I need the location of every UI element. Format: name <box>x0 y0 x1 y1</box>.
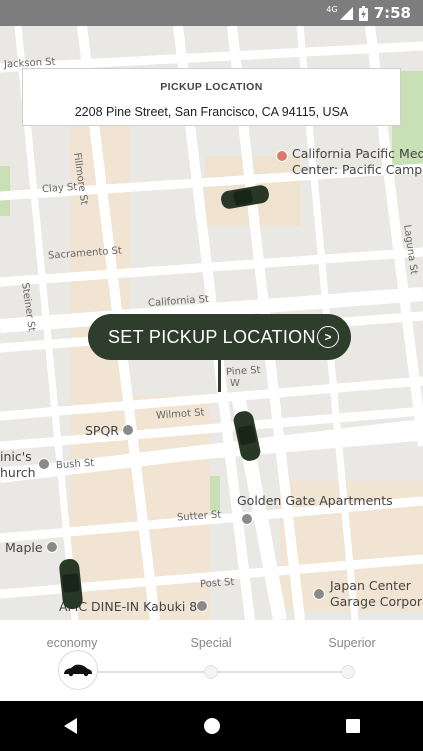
car-icon[interactable] <box>232 408 262 464</box>
poi-maple: Maple <box>5 540 43 555</box>
recents-button[interactable] <box>339 712 367 740</box>
tier-label-superior[interactable]: Superior <box>328 636 375 650</box>
recents-icon <box>345 719 360 733</box>
tier-knob-special[interactable] <box>204 665 218 679</box>
hospital-icon <box>276 150 288 162</box>
street-label-webster: W <box>230 378 240 389</box>
poi-dominics-line1: inic's <box>0 449 32 464</box>
status-bar: 4G 7:58 <box>0 0 423 26</box>
poi-golden-gate-apartments: Golden Gate Apartments <box>237 493 393 508</box>
car-side-icon <box>64 664 92 677</box>
restaurant-icon <box>38 458 50 470</box>
signal-icon <box>339 6 353 20</box>
pickup-location-card[interactable]: PICKUP LOCATION 2208 Pine Street, San Fr… <box>22 68 401 126</box>
back-button[interactable] <box>57 712 85 740</box>
tier-knob-superior[interactable] <box>341 665 355 679</box>
service-tier-selector[interactable]: economy Special Superior <box>0 620 423 701</box>
car-icon[interactable] <box>218 184 272 210</box>
navigation-bar <box>0 701 423 751</box>
restaurant-icon <box>122 424 134 436</box>
poi-japan-center-line2: Garage Corporat <box>330 594 423 609</box>
poi-dominics-line2: hurch <box>0 465 36 480</box>
car-icon[interactable] <box>56 556 86 612</box>
clock: 7:58 <box>373 4 411 22</box>
pickup-address: 2208 Pine Street, San Francisco, CA 9411… <box>74 105 349 119</box>
network-type: 4G <box>326 4 338 14</box>
tier-label-economy[interactable]: economy <box>47 636 98 650</box>
home-button[interactable] <box>198 712 226 740</box>
poi-hospital-line2: Center: Pacific Campu <box>292 162 423 177</box>
building-icon <box>241 513 253 525</box>
battery-charging-icon <box>358 5 368 21</box>
pin-stem <box>218 360 221 392</box>
tier-selected-economy[interactable] <box>58 650 98 690</box>
poi-spqr: SPQR <box>85 423 119 438</box>
chevron-right-icon: > <box>317 326 339 348</box>
poi-hospital-line1: California Pacific Med <box>292 146 423 161</box>
tier-label-special[interactable]: Special <box>191 636 232 650</box>
theater-icon <box>196 600 208 612</box>
home-icon <box>203 718 220 734</box>
back-icon <box>63 718 77 734</box>
poi-japan-center-line1: Japan Center <box>330 578 411 593</box>
set-pickup-location-button[interactable]: SET PICKUP LOCATION > <box>88 314 351 360</box>
restaurant-icon <box>46 541 58 553</box>
set-pickup-location-label: SET PICKUP LOCATION <box>108 326 316 347</box>
pickup-location-title: PICKUP LOCATION <box>160 81 263 93</box>
parking-icon <box>313 588 325 600</box>
